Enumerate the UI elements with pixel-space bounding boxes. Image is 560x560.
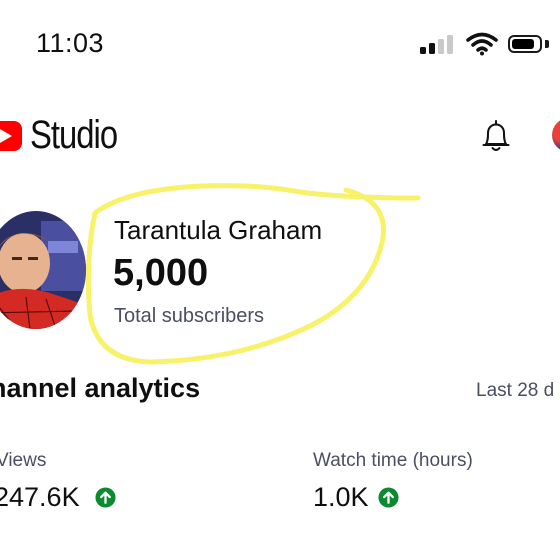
views-value: 247.6K	[0, 482, 80, 512]
cellular-signal-icon	[420, 34, 454, 54]
status-time: 11:03	[36, 28, 105, 58]
arrow-up-circle-icon	[95, 487, 116, 508]
account-avatar[interactable]	[552, 118, 560, 152]
battery-tip	[545, 40, 549, 48]
subscriber-count: 5,000	[113, 252, 209, 294]
wifi-icon	[466, 32, 498, 56]
channel-avatar[interactable]	[0, 211, 86, 329]
watch-time-label: Watch time (hours)	[313, 450, 473, 471]
channel-name: Tarantula Graham	[114, 215, 323, 245]
youtube-logo-icon	[0, 121, 22, 151]
arrow-up-circle-icon	[378, 487, 399, 508]
watch-time-value: 1.0K	[313, 482, 369, 512]
views-label: Views	[0, 450, 47, 471]
app-title: Studio	[30, 113, 118, 157]
battery-icon	[508, 35, 542, 53]
notifications-bell-icon[interactable]	[480, 118, 512, 154]
analytics-date-range[interactable]: Last 28 d	[476, 380, 554, 402]
subscriber-label: Total subscribers	[114, 305, 265, 327]
analytics-title: hannel analytics	[0, 373, 201, 403]
